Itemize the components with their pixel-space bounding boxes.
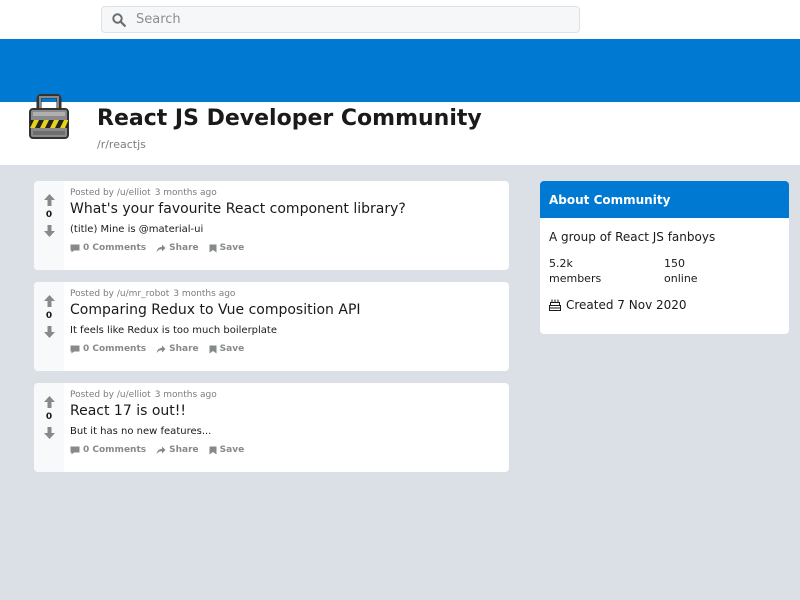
- vote-column: 0: [34, 383, 64, 472]
- post-author[interactable]: Posted by /u/mr_robot: [70, 289, 169, 299]
- bookmark-icon: [209, 345, 217, 353]
- vote-score: 0: [45, 311, 53, 321]
- padlock-icon: [26, 93, 72, 140]
- members-label: members: [549, 272, 602, 285]
- comments-label: 0 Comments: [83, 243, 147, 253]
- created-label: Created 7 Nov 2020: [566, 298, 687, 312]
- members-stat: 5.2k members: [549, 256, 664, 286]
- post-text: But it has no new features...: [70, 426, 212, 437]
- online-stat: 150 online: [664, 256, 779, 286]
- post-card[interactable]: 0 Posted by /u/mr_robot 3 months ago Comp…: [34, 282, 509, 371]
- share-button[interactable]: Share: [156, 445, 199, 455]
- save-label: Save: [219, 445, 245, 455]
- post-age: 3 months ago: [154, 188, 217, 198]
- post-card[interactable]: 0 Posted by /u/elliot 3 months ago What's…: [34, 181, 509, 270]
- about-description: A group of React JS fanboys: [549, 230, 716, 244]
- search-bar[interactable]: [101, 6, 580, 33]
- vote-score: 0: [45, 412, 53, 422]
- search-input[interactable]: [136, 12, 556, 27]
- created-date: Created 7 Nov 2020: [549, 298, 789, 312]
- online-count: 150: [664, 257, 685, 270]
- comment-icon: [70, 244, 80, 252]
- post-meta: Posted by /u/elliot 3 months ago: [70, 188, 503, 198]
- bookmark-icon: [209, 446, 217, 454]
- upvote-arrow-icon[interactable]: [42, 395, 56, 408]
- about-community-panel: About Community A group of React JS fanb…: [540, 181, 789, 334]
- comments-button[interactable]: 0 Comments: [70, 344, 146, 354]
- community-banner: [0, 39, 800, 102]
- post-meta: Posted by /u/elliot 3 months ago: [70, 390, 503, 400]
- comments-label: 0 Comments: [83, 445, 147, 455]
- comments-button[interactable]: 0 Comments: [70, 243, 146, 253]
- share-label: Share: [169, 243, 199, 253]
- bookmark-icon: [209, 244, 217, 252]
- save-button[interactable]: Save: [209, 243, 245, 253]
- post-meta: Posted by /u/mr_robot 3 months ago: [70, 289, 503, 299]
- community-header: React JS Developer Community /r/reactjs: [0, 93, 800, 165]
- save-button[interactable]: Save: [209, 344, 245, 354]
- share-label: Share: [169, 445, 199, 455]
- post-text: It feels like Redux is too much boilerpl…: [70, 325, 278, 336]
- post-author[interactable]: Posted by /u/elliot: [70, 390, 151, 400]
- post-actions: 0 Comments Share Save: [70, 344, 503, 354]
- share-button[interactable]: Share: [156, 344, 199, 354]
- post-title[interactable]: Comparing Redux to Vue composition API: [70, 302, 503, 318]
- save-label: Save: [219, 344, 245, 354]
- save-label: Save: [219, 243, 245, 253]
- share-icon: [156, 244, 166, 252]
- comment-icon: [70, 446, 80, 454]
- save-button[interactable]: Save: [209, 445, 245, 455]
- post-text: (title) Mine is @material-ui: [70, 224, 204, 235]
- vote-column: 0: [34, 181, 64, 270]
- community-title: React JS Developer Community: [97, 106, 482, 131]
- members-count: 5.2k: [549, 257, 573, 270]
- downvote-arrow-icon[interactable]: [42, 426, 56, 439]
- post-age: 3 months ago: [173, 289, 236, 299]
- share-icon: [156, 345, 166, 353]
- comments-button[interactable]: 0 Comments: [70, 445, 146, 455]
- vote-column: 0: [34, 282, 64, 371]
- comment-icon: [70, 345, 80, 353]
- share-button[interactable]: Share: [156, 243, 199, 253]
- post-actions: 0 Comments Share Save: [70, 243, 503, 253]
- post-author[interactable]: Posted by /u/elliot: [70, 188, 151, 198]
- online-label: online: [664, 272, 698, 285]
- downvote-arrow-icon[interactable]: [42, 325, 56, 338]
- post-title[interactable]: What's your favourite React component li…: [70, 201, 503, 217]
- subreddit-link[interactable]: /r/reactjs: [97, 138, 146, 151]
- downvote-arrow-icon[interactable]: [42, 224, 56, 237]
- upvote-arrow-icon[interactable]: [42, 193, 56, 206]
- share-label: Share: [169, 344, 199, 354]
- post-age: 3 months ago: [154, 390, 217, 400]
- top-bar: [0, 0, 800, 39]
- share-icon: [156, 446, 166, 454]
- post-actions: 0 Comments Share Save: [70, 445, 503, 455]
- upvote-arrow-icon[interactable]: [42, 294, 56, 307]
- cake-icon: [549, 299, 561, 311]
- about-header: About Community: [540, 181, 789, 218]
- vote-score: 0: [45, 210, 53, 220]
- comments-label: 0 Comments: [83, 344, 147, 354]
- community-stats: 5.2k members 150 online: [549, 256, 789, 286]
- post-card[interactable]: 0 Posted by /u/elliot 3 months ago React …: [34, 383, 509, 472]
- post-title[interactable]: React 17 is out!!: [70, 403, 503, 419]
